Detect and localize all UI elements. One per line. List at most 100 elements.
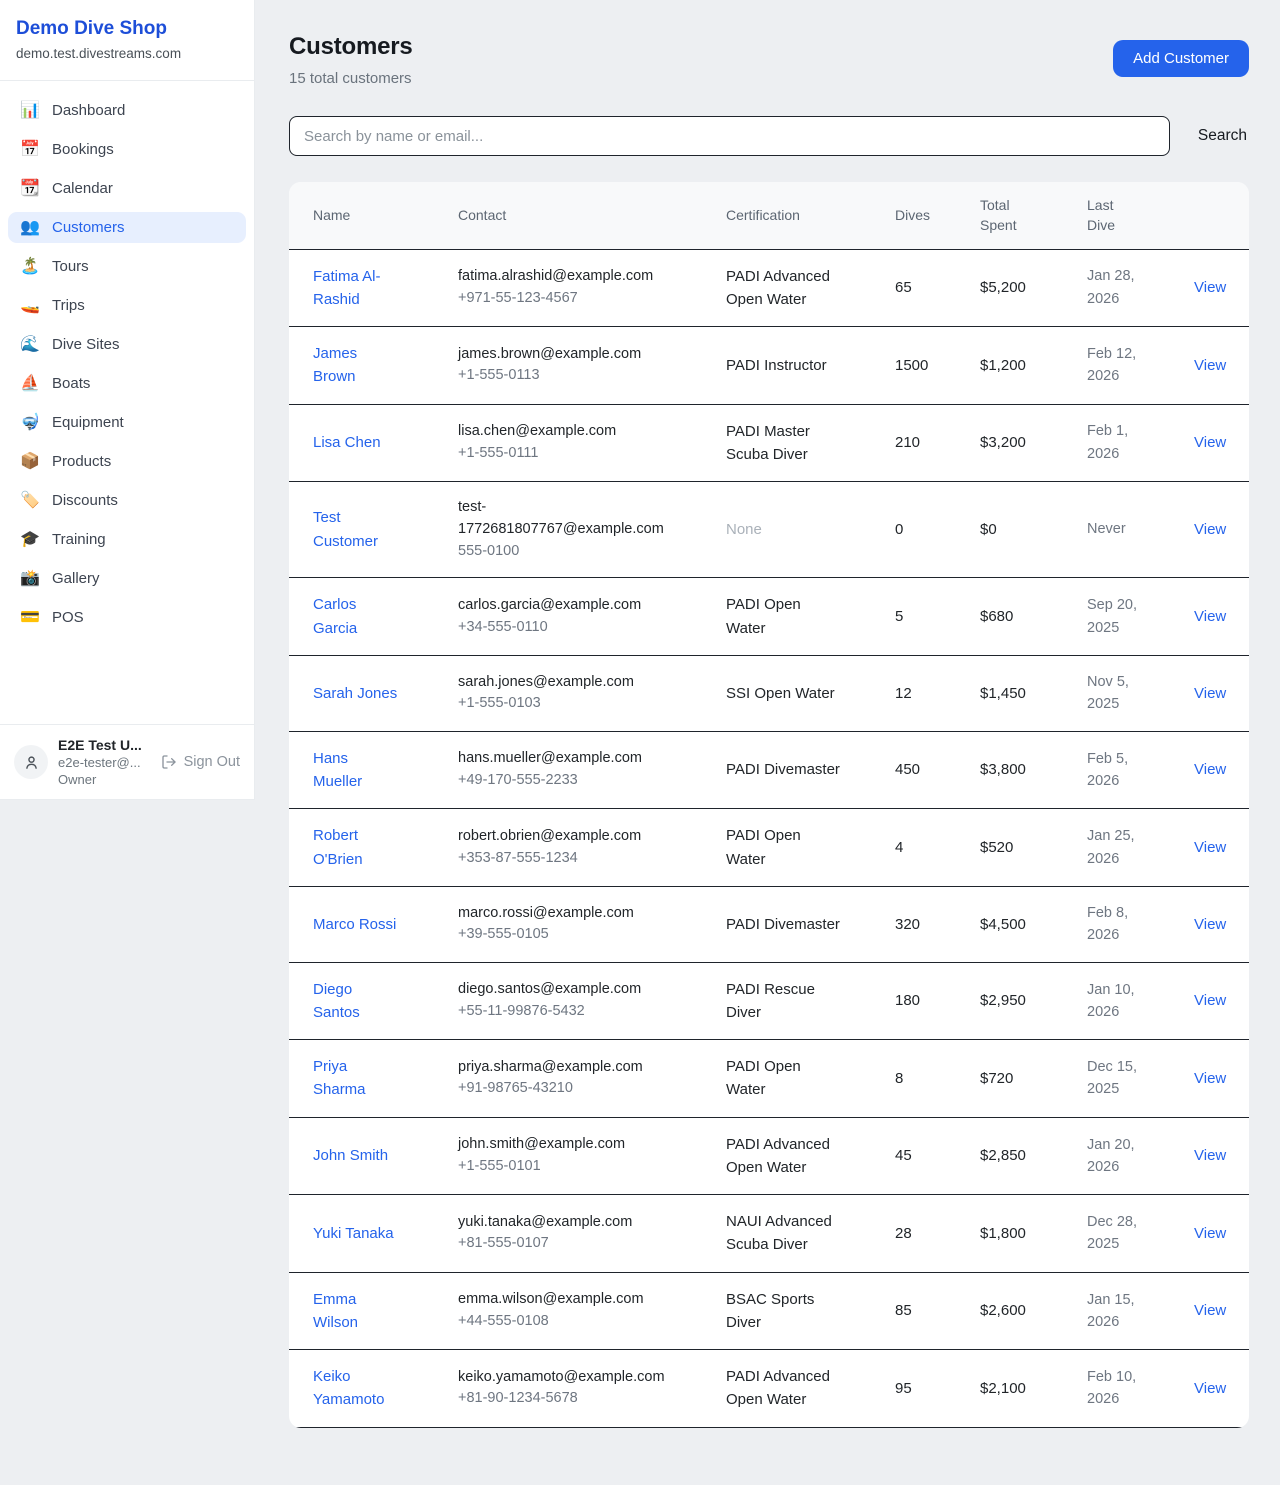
table-row: Diego Santos diego.santos@example.com +5… xyxy=(289,963,1249,1041)
sidebar-item-customers[interactable]: 👥 Customers xyxy=(8,212,246,243)
sidebar-item-dive-sites[interactable]: 🌊 Dive Sites xyxy=(8,329,246,360)
contact-cell: keiko.yamamoto@example.com +81-90-1234-5… xyxy=(458,1367,726,1411)
sign-out-label: Sign Out xyxy=(184,754,240,770)
certification-cell: PADI Instructor xyxy=(726,354,895,377)
view-link[interactable]: View xyxy=(1194,1225,1226,1242)
view-link[interactable]: View xyxy=(1194,1147,1226,1164)
dives-cell: 450 xyxy=(895,758,980,781)
view-link[interactable]: View xyxy=(1194,685,1226,702)
sidebar-item-tours[interactable]: 🏝️ Tours xyxy=(8,251,246,282)
search-input[interactable] xyxy=(289,116,1170,156)
log-out-icon xyxy=(161,754,177,770)
search-bar: Search xyxy=(289,116,1249,156)
table-row: Test Customer test-1772681807767@example… xyxy=(289,482,1249,578)
last-dive-cell: Jan 28, 2026 xyxy=(1087,265,1180,310)
sidebar-item-discounts[interactable]: 🏷️ Discounts xyxy=(8,485,246,516)
search-button[interactable]: Search xyxy=(1196,127,1249,145)
customer-phone: +971-55-123-4567 xyxy=(458,288,676,310)
view-link[interactable]: View xyxy=(1194,1380,1226,1397)
sidebar-item-boats[interactable]: ⛵ Boats xyxy=(8,368,246,399)
sidebar-item-gallery[interactable]: 📸 Gallery xyxy=(8,563,246,594)
customer-phone: +1-555-0103 xyxy=(458,693,676,715)
view-link[interactable]: View xyxy=(1194,1070,1226,1087)
view-link[interactable]: View xyxy=(1194,279,1226,296)
name-cell: Fatima Al-Rashid xyxy=(313,265,458,312)
customer-name-link[interactable]: John Smith xyxy=(313,1144,388,1167)
user-role: Owner xyxy=(58,772,151,787)
customer-name-link[interactable]: Hans Mueller xyxy=(313,747,398,794)
sidebar-item-products[interactable]: 📦 Products xyxy=(8,446,246,477)
table-row: Hans Mueller hans.mueller@example.com +4… xyxy=(289,732,1249,810)
page-title: Customers xyxy=(289,33,413,61)
actions-cell: View xyxy=(1180,431,1249,454)
customer-name-link[interactable]: Yuki Tanaka xyxy=(313,1222,394,1245)
contact-cell: priya.sharma@example.com +91-98765-43210 xyxy=(458,1057,726,1101)
sign-out-button[interactable]: Sign Out xyxy=(161,754,240,770)
customer-name-link[interactable]: Keiko Yamamoto xyxy=(313,1365,398,1412)
nav-item-label: POS xyxy=(52,609,84,626)
view-link[interactable]: View xyxy=(1194,1302,1226,1319)
sidebar-item-calendar[interactable]: 📆 Calendar xyxy=(8,173,246,204)
certification-cell: BSAC Sports Diver xyxy=(726,1288,895,1335)
dives-cell: 45 xyxy=(895,1144,980,1167)
table-row: Keiko Yamamoto keiko.yamamoto@example.co… xyxy=(289,1350,1249,1428)
name-cell: John Smith xyxy=(313,1144,458,1167)
sidebar-item-training[interactable]: 🎓 Training xyxy=(8,524,246,555)
view-link[interactable]: View xyxy=(1194,992,1226,1009)
sidebar-item-equipment[interactable]: 🤿 Equipment xyxy=(8,407,246,438)
name-cell: Emma Wilson xyxy=(313,1288,458,1335)
view-link[interactable]: View xyxy=(1194,916,1226,933)
table-row: Sarah Jones sarah.jones@example.com +1-5… xyxy=(289,656,1249,732)
customer-name-link[interactable]: Sarah Jones xyxy=(313,682,397,705)
view-link[interactable]: View xyxy=(1194,839,1226,856)
view-link[interactable]: View xyxy=(1194,521,1226,538)
certification-cell: None xyxy=(726,518,895,541)
actions-cell: View xyxy=(1180,354,1249,377)
customer-phone: +1-555-0101 xyxy=(458,1156,676,1178)
contact-cell: test-1772681807767@example.com 555-0100 xyxy=(458,497,726,562)
customer-name-link[interactable]: Emma Wilson xyxy=(313,1288,398,1335)
user-email: e2e-tester@... xyxy=(58,755,151,770)
sidebar-item-dashboard[interactable]: 📊 Dashboard xyxy=(8,95,246,126)
last-dive-cell: Dec 15, 2025 xyxy=(1087,1056,1180,1101)
customer-name-link[interactable]: Lisa Chen xyxy=(313,431,381,454)
view-link[interactable]: View xyxy=(1194,357,1226,374)
dives-cell: 210 xyxy=(895,431,980,454)
contact-cell: emma.wilson@example.com +44-555-0108 xyxy=(458,1289,726,1333)
customer-email: yuki.tanaka@example.com xyxy=(458,1212,676,1234)
sidebar-item-bookings[interactable]: 📅 Bookings xyxy=(8,134,246,165)
credit-card-icon: 💳 xyxy=(20,610,40,626)
customer-email: fatima.alrashid@example.com xyxy=(458,266,676,288)
customer-name-link[interactable]: Carlos Garcia xyxy=(313,593,398,640)
customer-name-link[interactable]: Priya Sharma xyxy=(313,1055,398,1102)
customer-name-link[interactable]: Marco Rossi xyxy=(313,913,396,936)
user-name: E2E Test U... xyxy=(58,737,151,753)
view-link[interactable]: View xyxy=(1194,434,1226,451)
view-link[interactable]: View xyxy=(1194,608,1226,625)
customer-phone: 555-0100 xyxy=(458,541,676,563)
customer-name-link[interactable]: Robert O'Brien xyxy=(313,824,398,871)
add-customer-button[interactable]: Add Customer xyxy=(1113,40,1249,77)
view-link[interactable]: View xyxy=(1194,761,1226,778)
actions-cell: View xyxy=(1180,276,1249,299)
customer-phone: +39-555-0105 xyxy=(458,924,676,946)
brand-name[interactable]: Demo Dive Shop xyxy=(16,18,238,40)
person-icon xyxy=(23,754,40,771)
table-row: Yuki Tanaka yuki.tanaka@example.com +81-… xyxy=(289,1195,1249,1273)
certification-cell: PADI Open Water xyxy=(726,824,895,871)
total-spent-cell: $2,100 xyxy=(980,1377,1087,1400)
dives-cell: 180 xyxy=(895,989,980,1012)
dives-cell: 12 xyxy=(895,682,980,705)
customer-name-link[interactable]: Diego Santos xyxy=(313,978,398,1025)
certification-cell: PADI Advanced Open Water xyxy=(726,265,895,312)
total-spent-cell: $4,500 xyxy=(980,913,1087,936)
nav-item-label: Boats xyxy=(52,375,90,392)
avatar xyxy=(14,745,48,779)
customer-name-link[interactable]: Test Customer xyxy=(313,506,398,553)
customer-name-link[interactable]: James Brown xyxy=(313,342,398,389)
sidebar-item-trips[interactable]: 🚤 Trips xyxy=(8,290,246,321)
customer-email: hans.mueller@example.com xyxy=(458,748,676,770)
sidebar-item-pos[interactable]: 💳 POS xyxy=(8,602,246,633)
customer-name-link[interactable]: Fatima Al-Rashid xyxy=(313,265,398,312)
customer-phone: +1-555-0113 xyxy=(458,365,676,387)
